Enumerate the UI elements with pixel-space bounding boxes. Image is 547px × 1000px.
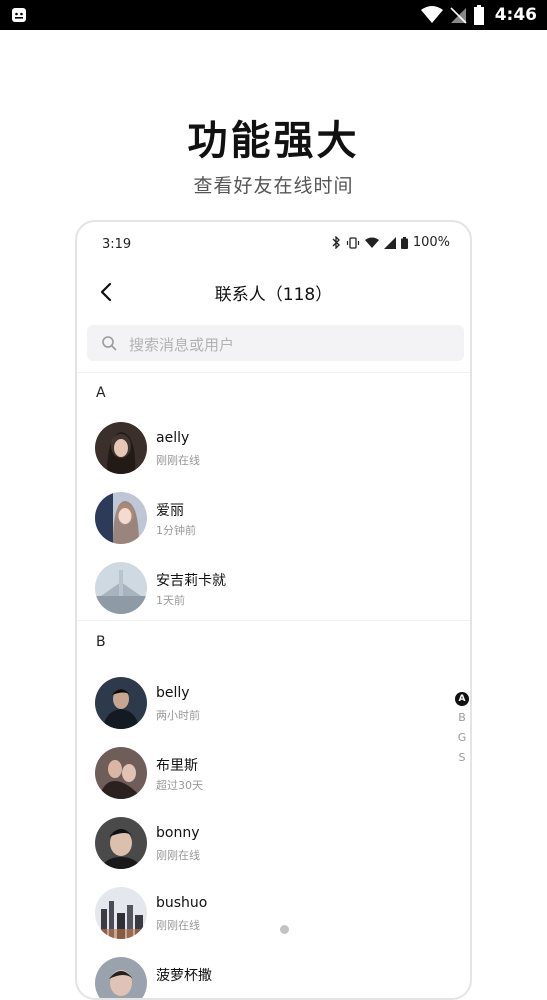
nav-bar: 联系人（118） — [77, 268, 470, 316]
index-letter-b[interactable]: B — [454, 708, 470, 728]
contact-name: aelly — [156, 430, 190, 446]
no-signal-icon — [450, 7, 467, 24]
page-title: 联系人（118） — [214, 285, 333, 305]
divider — [77, 620, 470, 621]
contact-last-seen: 1天前 — [156, 594, 185, 607]
avatar — [95, 887, 147, 939]
avatar — [95, 747, 147, 799]
section-header-b: B — [96, 634, 106, 650]
system-time: 4:46 — [494, 5, 537, 25]
index-letter-g[interactable]: G — [454, 728, 470, 748]
avatar — [95, 677, 147, 729]
contact-row[interactable]: 爱丽 1分钟前 — [77, 492, 470, 554]
index-letter-a[interactable]: A — [454, 688, 470, 708]
avatar — [95, 817, 147, 869]
system-status-bar: 4:46 — [0, 0, 547, 30]
contact-row[interactable]: bonny 刚刚在线 — [77, 817, 470, 879]
contact-row[interactable]: 布里斯 超过30天 — [77, 747, 470, 809]
vibrate-icon — [346, 236, 359, 249]
section-header-a: A — [96, 385, 106, 401]
feature-subline: 查看好友在线时间 — [193, 175, 354, 197]
contact-name: belly — [156, 685, 190, 701]
contact-name: 布里斯 — [156, 758, 198, 774]
battery-percent: 100% — [412, 235, 450, 250]
wifi-icon — [420, 6, 443, 23]
contact-row[interactable]: aelly 刚刚在线 — [77, 422, 470, 484]
phone-time: 3:19 — [102, 237, 132, 252]
contact-name: 爱丽 — [156, 503, 184, 519]
avatar — [95, 562, 147, 614]
divider — [77, 372, 470, 373]
contact-last-seen: 1分钟前 — [156, 524, 196, 537]
contact-last-seen: 刚刚在线 — [156, 919, 200, 932]
search-icon — [102, 336, 117, 351]
contact-last-seen: 超过30天 — [156, 779, 203, 792]
contact-last-seen: 刚刚在线 — [156, 454, 200, 467]
bluetooth-icon — [332, 236, 340, 249]
battery-icon — [400, 236, 408, 249]
battery-icon — [473, 5, 484, 25]
contact-row[interactable]: 安吉莉卡就 1天前 — [77, 562, 470, 624]
page-indicator-dot — [280, 925, 289, 934]
wifi-icon — [364, 237, 379, 248]
phone-mockup: 3:19 100% 联系人（118） 搜索消息或用户 A aelly 刚刚在线 … — [75, 220, 472, 1000]
avatar — [95, 422, 147, 474]
contact-name: 菠萝杯撒 — [156, 968, 212, 984]
contact-name: bushuo — [156, 895, 208, 911]
contact-name: 安吉莉卡就 — [156, 573, 226, 589]
contact-last-seen: 两小时前 — [156, 709, 200, 722]
phone-status-bar: 3:19 100% — [77, 222, 470, 268]
search-placeholder: 搜索消息或用户 — [129, 336, 235, 354]
notification-icon — [12, 8, 26, 22]
signal-icon — [383, 236, 396, 249]
alphabet-index[interactable]: A B G S — [454, 688, 470, 768]
contact-row[interactable]: bushuo 刚刚在线 — [77, 887, 470, 949]
index-letter-s[interactable]: S — [454, 748, 470, 768]
contact-row[interactable]: belly 两小时前 — [77, 677, 470, 739]
search-bar[interactable]: 搜索消息或用户 — [87, 325, 464, 361]
avatar — [95, 492, 147, 544]
contact-last-seen: 刚刚在线 — [156, 849, 200, 862]
contact-name: bonny — [156, 825, 200, 841]
feature-headline: 功能强大 — [187, 118, 360, 164]
